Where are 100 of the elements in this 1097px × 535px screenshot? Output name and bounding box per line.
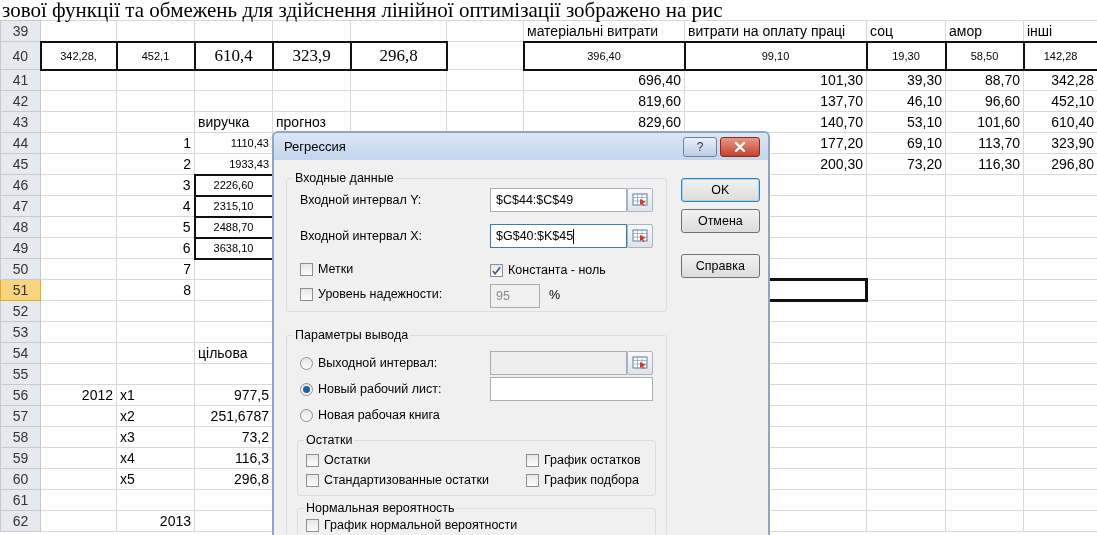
row-header[interactable]: 60 (0, 468, 41, 490)
row-header[interactable]: 44 (0, 132, 41, 154)
row-header[interactable]: 43 (0, 111, 41, 133)
table-cell: 452,1 (116, 41, 195, 70)
table-cell: 96,60 (945, 90, 1024, 112)
checkbox-label: Остатки (324, 451, 371, 469)
group-title: Параметры вывода (293, 327, 411, 343)
close-icon (734, 140, 746, 153)
range-picker-button[interactable] (627, 224, 653, 248)
close-button[interactable] (720, 136, 760, 157)
cell-range-icon (632, 229, 648, 243)
checkbox[interactable] (306, 473, 319, 487)
radio-button[interactable] (300, 356, 313, 370)
table-cell: x5 (116, 468, 195, 490)
table-cell: 2 (116, 153, 195, 175)
dialog-title: Регрессия (284, 137, 347, 156)
table-cell: 342,28, (40, 41, 117, 70)
field-label: Входной интервал Y: (299, 191, 423, 209)
row-header[interactable]: 49 (0, 237, 41, 259)
row-header[interactable]: 40 (0, 41, 41, 70)
table-cell: 101,60 (945, 111, 1024, 133)
checkbox[interactable] (306, 518, 319, 532)
table-cell: 137,70 (684, 90, 867, 112)
row-header[interactable]: 56 (0, 384, 41, 406)
radio-label: Новый рабочий лист: (318, 380, 442, 398)
table-cell: 73,20 (866, 153, 946, 175)
table-cell: x3 (116, 426, 195, 448)
group-title: Входные данные (293, 170, 396, 186)
row-header[interactable]: 57 (0, 405, 41, 427)
row-header[interactable]: 59 (0, 447, 41, 469)
range-picker-button[interactable] (627, 188, 653, 212)
input-field[interactable] (490, 377, 653, 401)
radio-label: Новая рабочая книга (318, 406, 440, 424)
row-header[interactable]: 50 (0, 258, 41, 280)
checkbox[interactable] (526, 473, 539, 487)
row-header[interactable]: 53 (0, 321, 41, 343)
row-header[interactable]: 62 (0, 510, 41, 532)
row-header[interactable]: 48 (0, 216, 41, 238)
field-label: Входной интервал X: (299, 227, 423, 245)
radio-label: Выходной интервал: (318, 354, 438, 372)
dialog-button[interactable]: Отмена (680, 209, 760, 233)
table-cell: 99,10 (684, 41, 867, 70)
document-text: зової функції та обмежень для здійснення лінійної оптимізації зображено на рис (1, 0, 724, 20)
row-header[interactable]: 41 (0, 69, 41, 91)
checkbox-label: Метки (318, 260, 354, 278)
checkbox[interactable] (300, 287, 313, 301)
row-header[interactable]: 55 (0, 363, 41, 385)
table-cell: x2 (116, 405, 195, 427)
table-cell: виручка (194, 111, 273, 133)
table-cell: 113,70 (945, 132, 1024, 154)
cell-range-icon (632, 193, 648, 207)
table-cell: 58,50 (945, 41, 1024, 70)
text-cursor (573, 229, 575, 245)
row-header[interactable]: 45 (0, 153, 41, 175)
input-field[interactable]: $G$40:$K$45 (490, 224, 627, 248)
checkbox[interactable] (490, 264, 503, 277)
row-header[interactable]: 58 (0, 426, 41, 448)
table-cell: 610,4 (194, 41, 273, 70)
checkbox[interactable] (526, 453, 539, 467)
table-cell: 2012 (40, 384, 117, 406)
table-cell: 142,28 (1023, 41, 1097, 70)
row-header[interactable]: 61 (0, 489, 41, 511)
table-cell: 323,9 (272, 41, 351, 70)
row-header[interactable]: 52 (0, 300, 41, 322)
check-icon (491, 265, 502, 276)
dialog-button[interactable]: OK (680, 178, 760, 202)
checkbox-label: Константа - ноль (508, 262, 606, 280)
table-cell: 8 (116, 279, 195, 301)
checkbox-label: График остатков (544, 451, 641, 469)
cell-range-icon (632, 356, 648, 370)
dialog-button[interactable]: Справка (680, 254, 760, 278)
table-cell: 1 (116, 132, 195, 154)
row-header[interactable]: 47 (0, 195, 41, 217)
table-cell: 39,30 (866, 69, 946, 91)
table-cell: 53,10 (866, 111, 946, 133)
input-field[interactable]: $C$44:$C$49 (490, 188, 627, 212)
table-cell: 2013 (116, 510, 195, 532)
row-header[interactable]: 39 (0, 20, 41, 42)
group-title: Нормальная вероятность (304, 500, 457, 516)
checkbox-label: График подбора (544, 471, 639, 489)
table-cell: 296,8 (350, 41, 447, 70)
table-cell: 46,10 (866, 90, 946, 112)
unit-label: % (549, 287, 561, 305)
checkbox-label: Уровень надежности: (318, 285, 443, 303)
table-cell: 69,10 (866, 132, 946, 154)
radio-button[interactable] (300, 382, 313, 396)
row-header[interactable]: 51 (0, 279, 41, 301)
table-cell: 88,70 (945, 69, 1024, 91)
row-header[interactable]: 42 (0, 90, 41, 112)
row-header[interactable]: 46 (0, 174, 41, 196)
table-cell: x4 (116, 447, 195, 469)
checkbox[interactable] (300, 262, 313, 276)
row-header[interactable]: 54 (0, 342, 41, 364)
table-cell: 7 (116, 258, 195, 280)
help-button[interactable]: ? (683, 136, 717, 157)
table-cell: 101,30 (684, 69, 867, 91)
radio-button[interactable] (300, 408, 313, 422)
table-cell: 696,40 (523, 69, 685, 91)
table-cell: 19,30 (866, 41, 946, 70)
checkbox[interactable] (306, 453, 319, 467)
